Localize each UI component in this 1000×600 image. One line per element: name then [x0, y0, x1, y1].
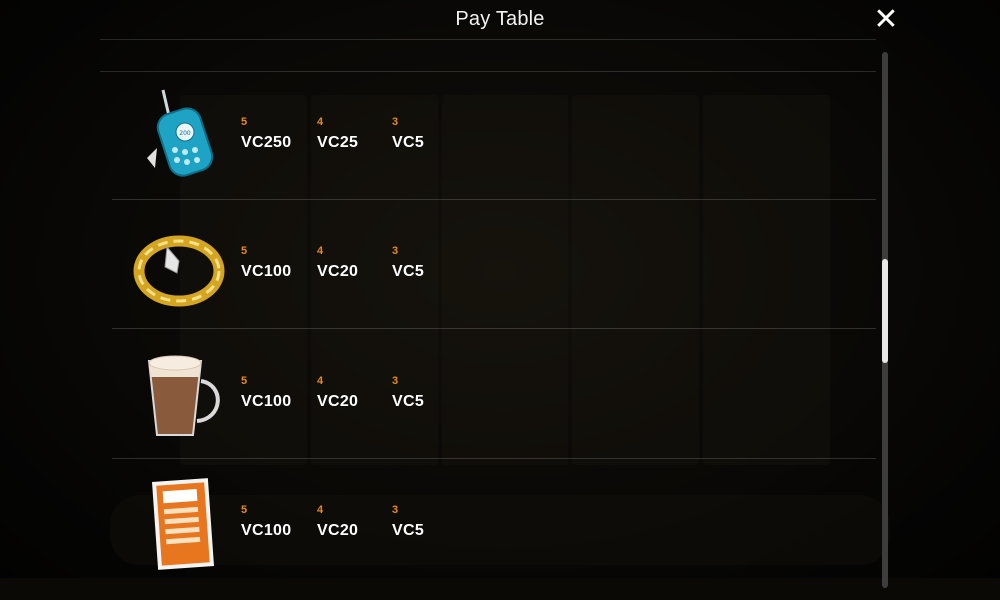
pay-4: 4 VC20: [317, 375, 387, 411]
pay-5: 5 VC100: [241, 375, 311, 411]
dialog-title: Pay Table: [455, 8, 545, 30]
paytable-row: 200 5 VC250 4 VC25 3 VC5: [112, 72, 876, 200]
match-count: 5: [241, 245, 248, 257]
payout-amount: VC20: [317, 522, 359, 539]
match-count: 4: [317, 375, 324, 387]
row-divider: [112, 199, 876, 200]
header-divider: [100, 39, 876, 40]
match-count: 3: [392, 504, 399, 516]
payout-amount: VC20: [317, 393, 359, 410]
row-divider: [112, 458, 876, 459]
payout-amount: VC100: [241, 393, 292, 410]
scrollbar-thumb[interactable]: [882, 259, 888, 363]
match-count: 3: [392, 116, 399, 128]
pay-3: 3 VC5: [392, 245, 462, 281]
pay-4: 4 VC25: [317, 116, 387, 152]
coffee-icon: [147, 355, 220, 436]
scrollbar[interactable]: [882, 52, 888, 588]
penalty-ticket-icon: [151, 478, 215, 570]
payout-amount: VC5: [392, 134, 425, 151]
paytable-row: 5 VC100 4 VC20 3 VC5: [112, 201, 876, 329]
dialog-header: Pay Table ✕: [0, 0, 1000, 40]
match-count: 3: [392, 245, 399, 257]
pay-4: 4 VC20: [317, 504, 387, 540]
payout-amount: VC100: [241, 522, 292, 539]
match-count: 5: [241, 504, 248, 516]
match-count: 3: [392, 375, 399, 387]
payout-amount: VC5: [392, 522, 425, 539]
payout-amount: VC20: [317, 263, 359, 280]
pay-5: 5 VC100: [241, 504, 311, 540]
pay-3: 3 VC5: [392, 375, 462, 411]
match-count: 4: [317, 116, 324, 128]
pay-5: 5 VC250: [241, 116, 311, 152]
match-count: 4: [317, 504, 324, 516]
match-count: 5: [241, 375, 248, 387]
payout-amount: VC250: [241, 134, 292, 151]
payout-amount: VC5: [392, 263, 425, 280]
bracelet-icon: [133, 235, 225, 307]
paytable-row: 5 VC100 4 VC20 3 VC5: [112, 460, 876, 588]
payout-amount: VC100: [241, 263, 292, 280]
match-count: 4: [317, 245, 324, 257]
match-count: 5: [241, 116, 248, 128]
close-icon[interactable]: ✕: [870, 4, 902, 36]
paytable-row: 5 VC100 4 VC20 3 VC5: [112, 331, 876, 459]
row-divider: [112, 328, 876, 329]
pay-3: 3 VC5: [392, 116, 462, 152]
pay-3: 3 VC5: [392, 504, 462, 540]
phone-icon: 200: [147, 89, 214, 177]
pay-4: 4 VC20: [317, 245, 387, 281]
svg-text:200: 200: [179, 130, 191, 137]
pay-5: 5 VC100: [241, 245, 311, 281]
payout-amount: VC25: [317, 134, 359, 151]
payout-amount: VC5: [392, 393, 425, 410]
